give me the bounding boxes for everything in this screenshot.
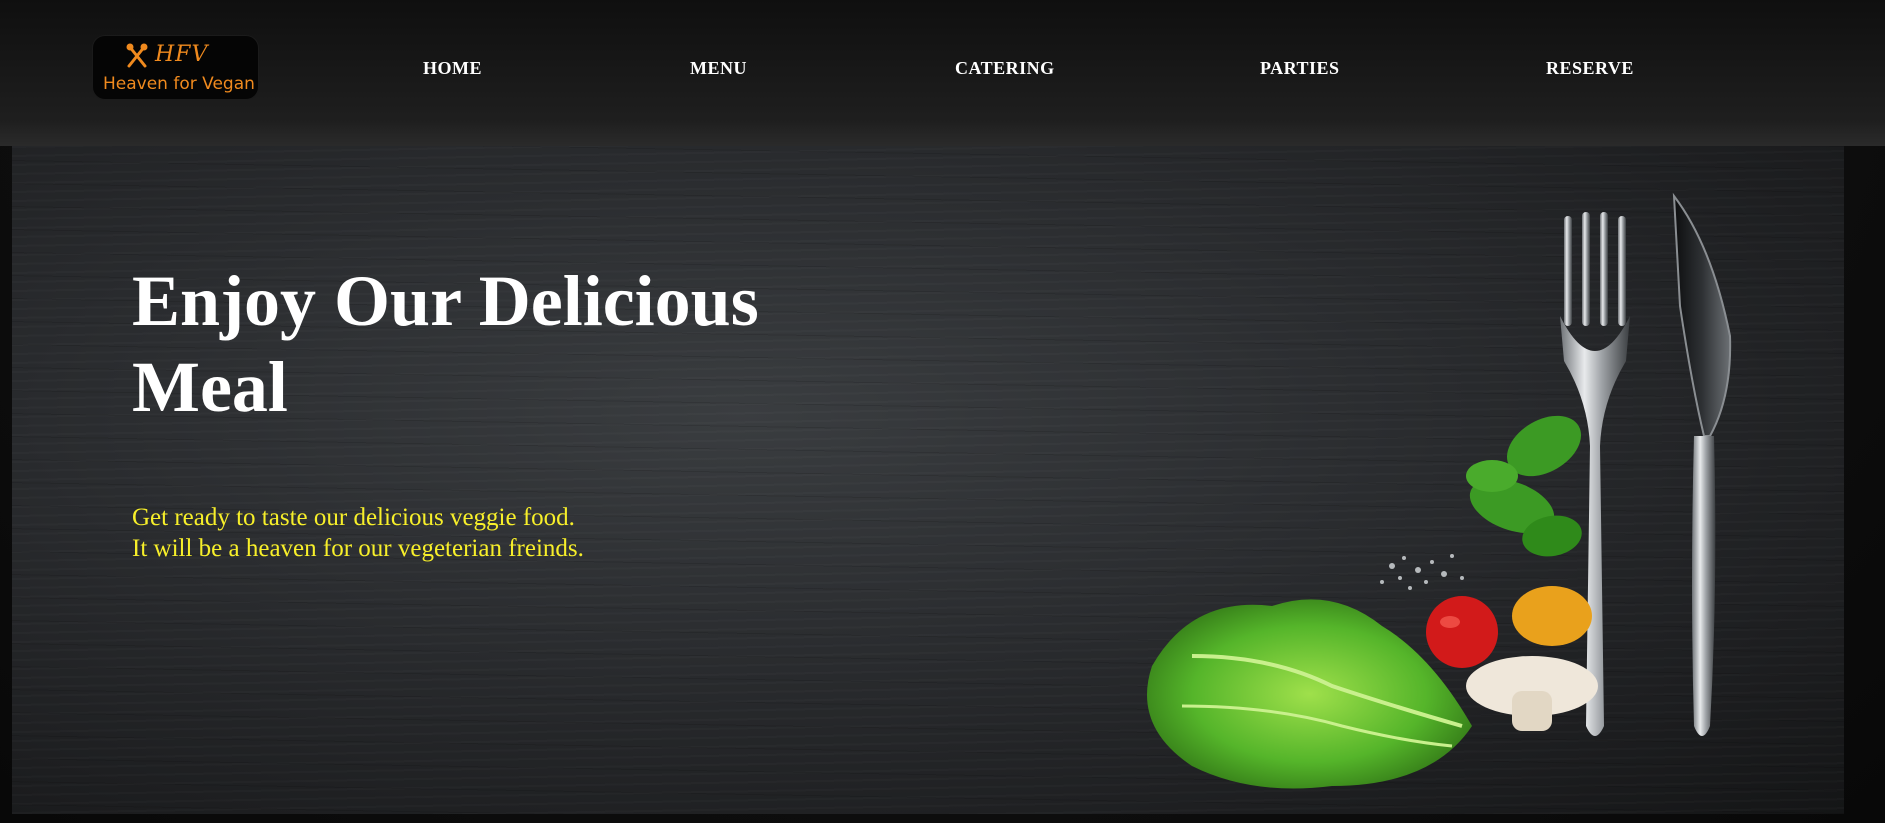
- nav-home[interactable]: HOME: [423, 58, 482, 79]
- hero-banner: Enjoy Our Delicious Meal Get ready to ta…: [12, 146, 1844, 814]
- cutlery-vegetables-illustration: [1147, 192, 1732, 789]
- fork-knife-icon: [126, 43, 148, 68]
- nav-parties[interactable]: PARTIES: [1260, 58, 1340, 79]
- logo-abbreviation: HFV: [155, 42, 209, 67]
- fork-icon: [1560, 212, 1630, 736]
- top-navigation-bar: HFV Heaven for Vegan HOME MENU CATERING …: [0, 0, 1885, 146]
- nav-menu[interactable]: MENU: [690, 58, 747, 79]
- hero-subtitle-line: It will be a heaven for our vegeterian f…: [132, 535, 584, 562]
- hero-title: Enjoy Our Delicious Meal: [132, 261, 759, 427]
- hero-subtitle: Get ready to taste our delicious veggie …: [132, 502, 584, 564]
- knife-icon: [1672, 192, 1732, 736]
- site-logo[interactable]: HFV Heaven for Vegan: [93, 36, 258, 99]
- logo-name: Heaven for Vegan: [103, 74, 255, 94]
- nav-reserve[interactable]: RESERVE: [1546, 58, 1634, 79]
- hero-subtitle-line: Get ready to taste our delicious veggie …: [132, 504, 575, 531]
- nav-catering[interactable]: CATERING: [955, 58, 1055, 79]
